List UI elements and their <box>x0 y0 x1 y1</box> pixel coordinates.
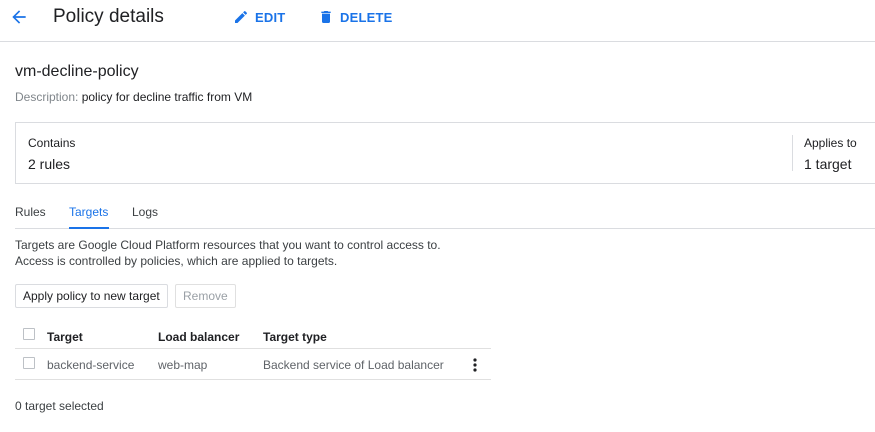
target-type-cell: Backend service of Load balancer <box>263 358 444 372</box>
contains-label: Contains <box>28 136 76 150</box>
edit-button[interactable]: EDIT <box>233 9 285 25</box>
targets-info: Targets are Google Cloud Platform resour… <box>15 237 441 269</box>
summary-divider <box>792 135 793 171</box>
delete-button[interactable]: DELETE <box>318 9 392 25</box>
back-button[interactable] <box>8 6 30 28</box>
info-line-1: Targets are Google Cloud Platform resour… <box>15 238 441 252</box>
tab-rules[interactable]: Rules <box>15 205 46 219</box>
pencil-icon <box>233 9 249 25</box>
description-label: Description: <box>15 90 79 104</box>
row-checkbox[interactable] <box>23 357 35 369</box>
applies-label: Applies to <box>804 136 857 150</box>
policy-description: Description: policy for decline traffic … <box>15 90 252 104</box>
description-value: policy for decline traffic from VM <box>81 90 253 104</box>
tab-logs[interactable]: Logs <box>132 205 158 219</box>
delete-label: DELETE <box>340 9 393 25</box>
column-header-load-balancer[interactable]: Load balancer <box>158 330 239 344</box>
active-tab-indicator <box>69 227 109 229</box>
table-header: Target Load balancer Target type <box>15 322 491 349</box>
contains-value: 2 rules <box>28 156 71 172</box>
selection-count: 0 target selected <box>15 399 104 413</box>
remove-button[interactable]: Remove <box>175 284 236 308</box>
page-header: Policy details EDIT DELETE <box>0 0 875 42</box>
applies-value: 1 target <box>804 156 852 172</box>
arrow-back-icon <box>12 10 26 24</box>
table-row: backend-service web-map Backend service … <box>15 349 491 380</box>
info-line-2: Access is controlled by policies, which … <box>15 254 338 268</box>
load-balancer-cell: web-map <box>158 358 208 372</box>
trash-icon <box>318 9 334 25</box>
tab-bar: Rules Targets Logs <box>15 196 875 229</box>
column-header-target-type[interactable]: Target type <box>263 330 327 344</box>
page-title: Policy details <box>53 6 164 27</box>
summary-card: Contains 2 rules Applies to 1 target <box>15 122 875 184</box>
select-all-checkbox[interactable] <box>23 328 35 340</box>
tab-targets[interactable]: Targets <box>69 205 108 219</box>
more-vert-icon[interactable] <box>468 356 482 374</box>
edit-label: EDIT <box>255 9 286 25</box>
target-cell: backend-service <box>47 358 135 372</box>
targets-table: Target Load balancer Target type backend… <box>15 322 491 380</box>
policy-name: vm-decline-policy <box>15 63 139 80</box>
applies-summary: Applies to 1 target <box>804 136 857 172</box>
apply-policy-button[interactable]: Apply policy to new target <box>15 284 168 308</box>
column-header-target[interactable]: Target <box>47 330 83 344</box>
contains-summary: Contains 2 rules <box>28 136 75 172</box>
